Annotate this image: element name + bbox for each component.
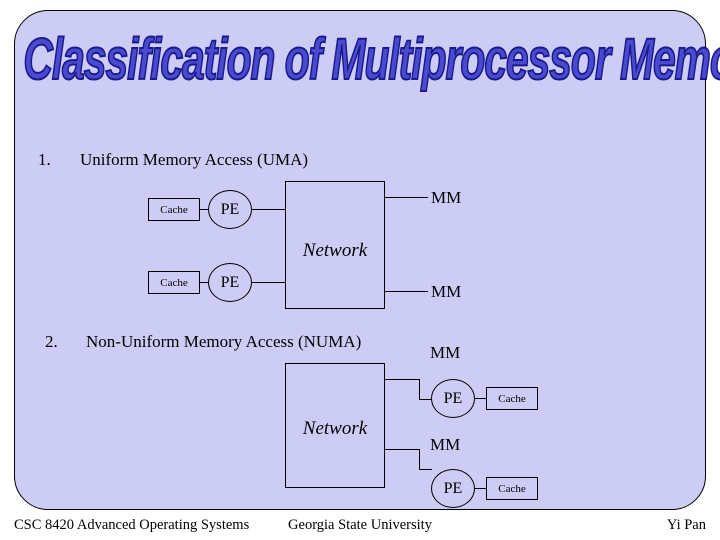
numa-connector-to-pe-bottom — [419, 469, 432, 470]
uma-connector-network-mm-bottom — [385, 291, 428, 292]
numa-connector-network-mm-bottom — [385, 449, 419, 450]
list-item-1-label: Uniform Memory Access (UMA) — [80, 150, 309, 169]
slide: Classification of Multiprocessor Memory … — [0, 0, 720, 540]
list-item-2-label: Non-Uniform Memory Access (NUMA) — [86, 332, 362, 351]
uma-mm-top-label: MM — [431, 188, 462, 207]
numa-cache-bottom: Cache — [486, 477, 538, 500]
uma-pe-bottom: PE — [208, 263, 252, 302]
uma-cache-top: Cache — [148, 198, 200, 221]
uma-mm-bottom-label: MM — [431, 282, 462, 301]
numa-pe-top-label: PE — [443, 389, 463, 407]
uma-pe-top-label: PE — [220, 200, 240, 218]
uma-connector-network-mm-top — [385, 197, 428, 198]
uma-cache-bottom-label: Cache — [160, 276, 188, 289]
numa-cache-top: Cache — [486, 387, 538, 410]
numa-pe-bottom: PE — [431, 469, 475, 508]
numa-cache-top-label: Cache — [498, 392, 526, 405]
uma-connector-pe-network-bottom — [251, 282, 285, 283]
page-title: Classification of Multiprocessor Memory — [23, 27, 720, 93]
uma-cache-top-label: Cache — [160, 203, 188, 216]
list-item-1-number: 1. — [38, 150, 51, 169]
uma-pe-top: PE — [208, 190, 252, 229]
numa-network-label: Network — [302, 418, 368, 439]
numa-pe-top: PE — [431, 379, 475, 418]
footer-center: Georgia State University — [288, 517, 432, 533]
list-item-2-number: 2. — [45, 332, 58, 351]
uma-pe-bottom-label: PE — [220, 273, 240, 291]
numa-cache-bottom-label: Cache — [498, 482, 526, 495]
numa-connector-mm-pe-top — [419, 379, 420, 400]
uma-connector-pe-network-top — [251, 209, 285, 210]
numa-mm-top-label: MM — [430, 343, 461, 362]
numa-connector-mm-pe-bottom — [419, 449, 420, 470]
numa-connector-network-mm-top — [385, 379, 419, 380]
footer-right: Yi Pan — [666, 517, 706, 533]
uma-cache-bottom: Cache — [148, 271, 200, 294]
numa-pe-bottom-label: PE — [443, 479, 463, 497]
numa-mm-bottom-label: MM — [430, 435, 461, 454]
uma-network-label: Network — [302, 240, 368, 261]
